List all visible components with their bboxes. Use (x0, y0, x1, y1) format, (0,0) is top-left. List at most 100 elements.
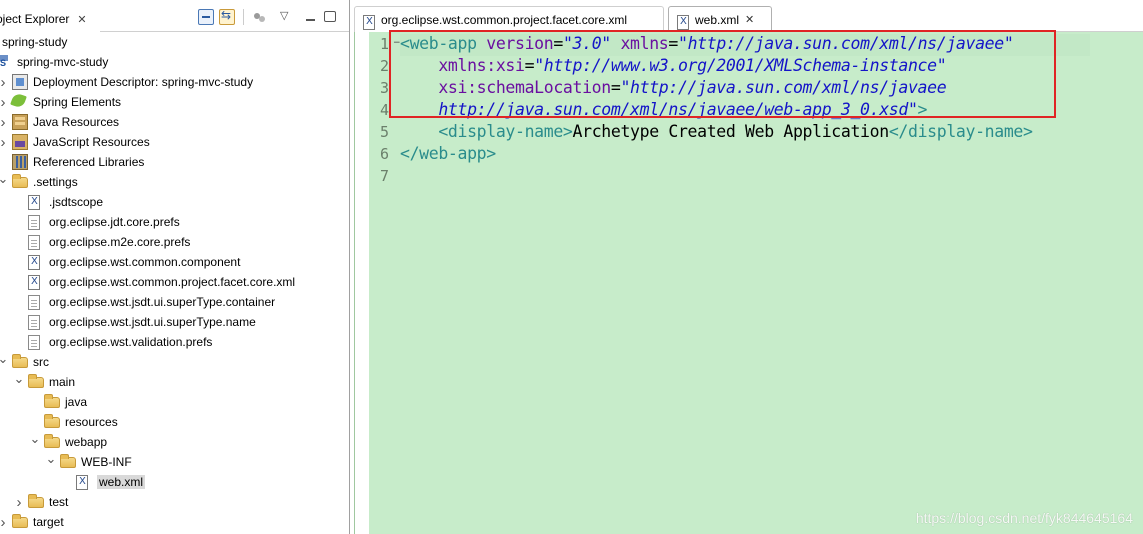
chevron-down-icon[interactable]: ⌄ (13, 369, 25, 389)
code-line: </web-app> (400, 144, 496, 163)
tree-item[interactable]: › Spring Elements (0, 92, 349, 112)
tree-item-label: webapp (65, 435, 108, 449)
maximize-icon[interactable] (324, 11, 336, 22)
deployment-descriptor-icon (12, 74, 28, 90)
tree-item[interactable]: › Deployment Descriptor: spring-mvc-study (0, 72, 349, 92)
javascript-resources-icon (12, 134, 28, 150)
code-token: Archetype Created Web Application (572, 122, 890, 141)
tree-item[interactable]: .jsdtscope (0, 192, 349, 212)
library-icon (12, 154, 28, 170)
code-token: version (486, 34, 554, 53)
code-text[interactable]: <web-app version="3.0" xmlns="http://jav… (400, 32, 1143, 534)
code-token: > (917, 100, 928, 119)
tree-item-label: .settings (33, 175, 78, 189)
folder-icon (28, 374, 44, 388)
tree-item-label: main (49, 375, 76, 389)
xml-file-icon (76, 475, 88, 490)
tree-item[interactable]: org.eclipse.wst.jsdt.ui.superType.contai… (0, 292, 349, 312)
explorer-title: oject Explorer (0, 12, 70, 26)
code-token: "http://java.sun.com/xml/ns/javaee (620, 78, 947, 97)
code-token: <web-app (400, 34, 487, 53)
file-icon (28, 295, 40, 310)
code-line: xmlns:xsi="http://www.w3.org/2001/XMLSch… (400, 56, 946, 75)
tree-item[interactable]: › target (0, 512, 349, 532)
link-with-editor-icon[interactable] (219, 8, 235, 25)
code-line: <display-name>Archetype Created Web Appl… (400, 122, 1033, 141)
tree-item[interactable]: ⌄ .settings (0, 169, 349, 192)
line-number: 6 (379, 145, 389, 163)
tree-item[interactable]: org.eclipse.m2e.core.prefs (0, 232, 349, 252)
line-numbers: 1 2 3 4 5 6 7 (369, 32, 399, 534)
java-resources-icon (12, 114, 28, 130)
code-token: http://java.sun.com/xml/ns/javaee/web-ap… (438, 100, 918, 119)
project-tree: spring-study spring-mvc-study › Deployment … (0, 32, 349, 532)
code-token: xmlns (620, 34, 669, 53)
chevron-right-icon[interactable]: › (0, 92, 9, 112)
editor-area: org.eclipse.wst.common.project.facet.cor… (354, 0, 1143, 534)
toolbar-separator (243, 9, 244, 25)
chevron-right-icon[interactable]: › (0, 132, 9, 152)
tree-item[interactable]: org.eclipse.wst.jsdt.ui.superType.name (0, 312, 349, 332)
tree-item[interactable]: › JavaScript Resources (0, 132, 349, 152)
folder-icon (60, 454, 76, 468)
tree-item[interactable]: org.eclipse.wst.validation.prefs (0, 332, 349, 352)
chevron-down-icon[interactable]: ⌄ (0, 169, 9, 189)
collapse-all-icon[interactable] (198, 9, 214, 25)
tree-item[interactable]: Referenced Libraries (0, 152, 349, 172)
tree-item[interactable]: › test (0, 492, 349, 512)
tree-item[interactable]: org.eclipse.wst.common.project.facet.cor… (0, 272, 349, 292)
folder-icon (44, 394, 60, 408)
chevron-right-icon[interactable]: › (13, 492, 25, 512)
tree-item-label: .jsdtscope (49, 195, 104, 209)
tree-item[interactable]: java (0, 392, 349, 412)
tree-item[interactable]: › Java Resources (0, 112, 349, 132)
code-token: xmlns:xsi (438, 56, 525, 75)
tree-item-label: org.eclipse.m2e.core.prefs (49, 235, 191, 249)
folder-icon (12, 514, 28, 528)
tab-facet-core-xml[interactable]: org.eclipse.wst.common.project.facet.cor… (354, 6, 664, 32)
code-line: <web-app version="3.0" xmlns="http://jav… (400, 34, 1014, 53)
code-editor[interactable]: 1234567 − <web-app version="3.0" xmlns="… (354, 32, 1143, 534)
view-menu-icon[interactable]: ▽ (280, 9, 296, 25)
tree-item[interactable]: ⌄ WEB-INF (0, 449, 349, 472)
chevron-right-icon[interactable]: › (0, 72, 9, 92)
code-token: = (610, 78, 621, 97)
chevron-right-icon[interactable]: › (0, 512, 9, 532)
project-explorer-panel: oject Explorer ✕ ▽ spring-study spring-mv… (0, 0, 350, 534)
code-token: "http://www.w3.org/2001/XMLSchema-instan… (534, 56, 947, 75)
tree-item-label: org.eclipse.wst.common.component (49, 255, 241, 269)
tree-item[interactable]: web.xml (0, 472, 349, 492)
tab-label: web.xml (695, 12, 740, 27)
tree-item[interactable]: ⌄ main (0, 369, 349, 392)
code-token: = (553, 34, 563, 53)
tree-item[interactable]: spring-mvc-study (0, 52, 349, 72)
group-icon[interactable] (252, 9, 268, 25)
file-icon (28, 235, 40, 250)
tree-item[interactable]: ⌄ src (0, 349, 349, 372)
code-token: "http://java.sun.com/xml/ns/javaee" (677, 34, 1014, 53)
close-icon[interactable]: ✕ (77, 13, 86, 26)
line-number: 1 (379, 35, 389, 53)
folder-icon (28, 494, 44, 508)
chevron-down-icon[interactable]: ⌄ (0, 349, 9, 369)
minimize-icon[interactable] (303, 9, 319, 25)
tree-item-label: web.xml (97, 475, 146, 489)
tree-item[interactable]: org.eclipse.jdt.core.prefs (0, 212, 349, 232)
code-token: = (668, 34, 678, 53)
tree-item[interactable]: resources (0, 412, 349, 432)
close-icon[interactable]: ✕ (745, 13, 754, 26)
code-token: </display-name> (888, 122, 1033, 141)
code-line: http://java.sun.com/xml/ns/javaee/web-ap… (400, 100, 927, 119)
editor-gutter (355, 32, 369, 534)
xml-file-icon (28, 195, 40, 210)
tree-item-label: Java Resources (33, 115, 120, 129)
chevron-right-icon[interactable]: › (0, 112, 9, 132)
project-explorer-tab[interactable]: oject Explorer ✕ (0, 6, 100, 32)
chevron-down-icon[interactable]: ⌄ (45, 449, 57, 469)
tree-item[interactable]: org.eclipse.wst.common.component (0, 252, 349, 272)
xml-file-icon (28, 275, 40, 290)
tab-web-xml[interactable]: web.xml ✕ (668, 6, 772, 32)
chevron-down-icon[interactable]: ⌄ (29, 429, 41, 449)
tree-item[interactable]: spring-study (0, 32, 349, 52)
